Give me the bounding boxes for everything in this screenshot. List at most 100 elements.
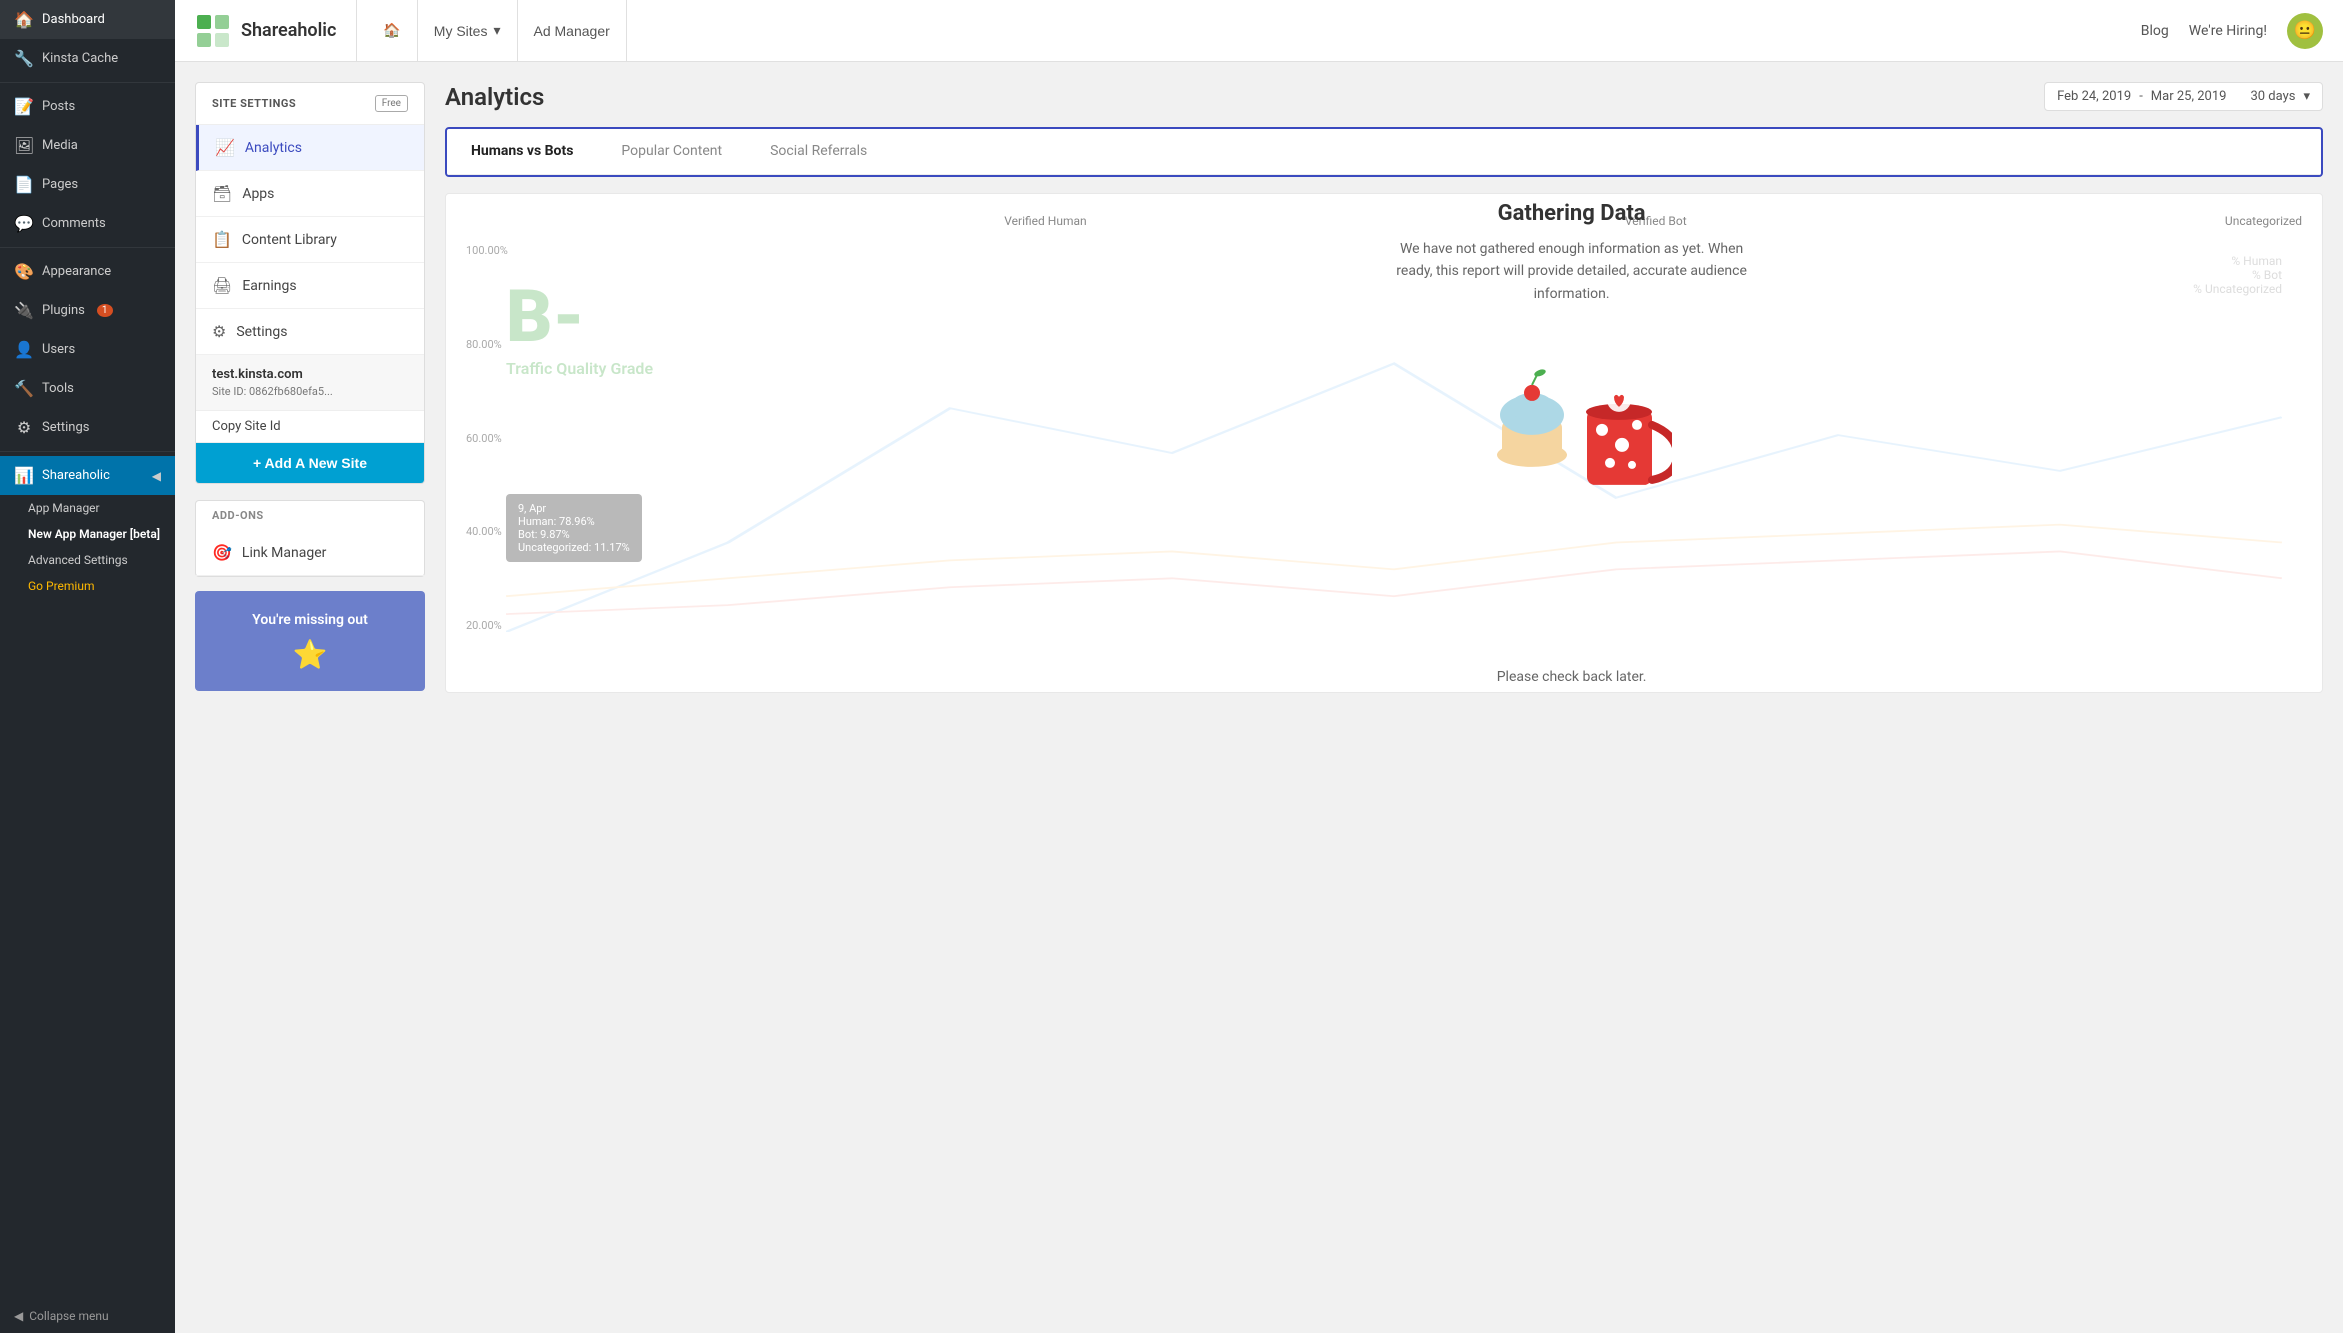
site-settings-panel: SITE SETTINGS Free 📈 Analytics 🗃 Apps 📋 … — [195, 82, 425, 484]
shareaholic-icon: 📊 — [14, 466, 34, 485]
shareaholic-collapse-icon: ◀ — [152, 469, 161, 483]
pages-icon: 📄 — [14, 175, 34, 194]
site-settings-header: SITE SETTINGS Free — [196, 83, 424, 125]
sidebar-item-plugins[interactable]: 🔌 Plugins 1 — [0, 291, 175, 330]
settings-icon: ⚙ — [14, 418, 34, 437]
home-nav-button[interactable]: 🏠 — [367, 0, 417, 61]
chart-y-labels: 100.00% 80.00% 60.00% 40.00% 20.00% — [466, 244, 508, 632]
menu-item-link-manager[interactable]: 🎯 Link Manager — [196, 530, 424, 576]
tab-popular-content[interactable]: Popular Content — [597, 129, 746, 175]
tools-icon: 🔨 — [14, 379, 34, 398]
date-start: Feb 24, 2019 — [2057, 89, 2131, 104]
free-badge: Free — [375, 95, 408, 112]
analytics-tabs-container: Humans vs Bots Popular Content Social Re… — [445, 127, 2323, 177]
sidebar-item-new-app-manager[interactable]: New App Manager [beta] — [0, 521, 175, 547]
copy-site-id-button[interactable]: Copy Site Id — [196, 411, 424, 443]
analytics-tabs: Humans vs Bots Popular Content Social Re… — [447, 129, 2321, 175]
dashboard-icon: 🏠 — [14, 10, 34, 29]
apps-menu-icon: 🗃 — [212, 184, 232, 203]
site-info-block: test.kinsta.com Site ID: 0862fb680efa5..… — [196, 355, 424, 411]
analytics-content-area: 100.00% 80.00% 60.00% 40.00% 20.00% B- T… — [445, 193, 2323, 693]
date-range-chevron-icon: ▾ — [2303, 89, 2310, 104]
collapse-menu-button[interactable]: ◀ Collapse menu — [0, 1299, 175, 1333]
sidebar-item-kinsta-cache[interactable]: 🔧 Kinsta Cache — [0, 39, 175, 78]
date-end: Mar 25, 2019 — [2151, 89, 2227, 104]
media-icon: 🖼 — [14, 136, 34, 155]
nav-right-area: Blog We're Hiring! 😐 — [2141, 13, 2323, 49]
left-panel: SITE SETTINGS Free 📈 Analytics 🗃 Apps 📋 … — [195, 82, 425, 1313]
kinsta-cache-icon: 🔧 — [14, 49, 34, 68]
sidebar-item-pages[interactable]: 📄 Pages — [0, 165, 175, 204]
ad-manager-nav-button[interactable]: Ad Manager — [518, 0, 627, 61]
site-domain: test.kinsta.com — [212, 367, 408, 382]
blog-nav-link[interactable]: Blog — [2141, 23, 2169, 39]
settings-menu-icon: ⚙ — [212, 322, 226, 341]
link-manager-icon: 🎯 — [212, 543, 232, 562]
shareaholic-logo-icon — [195, 13, 231, 49]
uncategorized-label: Uncategorized — [2225, 214, 2302, 228]
sidebar-item-dashboard[interactable]: 🏠 Dashboard — [0, 0, 175, 39]
sidebar-item-users[interactable]: 👤 Users — [0, 330, 175, 369]
content-library-menu-icon: 📋 — [212, 230, 232, 249]
gathering-illustration — [1472, 325, 1672, 505]
top-nav-bar: Shareaholic 🏠 My Sites ▾ Ad Manager Blog… — [175, 0, 2343, 62]
collapse-icon: ◀ — [14, 1309, 23, 1323]
comments-icon: 💬 — [14, 214, 34, 233]
site-id-row: Site ID: 0862fb680efa5... — [212, 385, 408, 398]
date-separator: - — [2139, 89, 2143, 104]
date-range: 30 days — [2250, 89, 2295, 104]
menu-item-earnings[interactable]: 🖨 Earnings — [196, 263, 424, 309]
sidebar-item-media[interactable]: 🖼 Media — [0, 126, 175, 165]
my-sites-chevron-icon: ▾ — [493, 22, 500, 39]
plugins-badge: 1 — [97, 304, 113, 317]
appearance-icon: 🎨 — [14, 262, 34, 281]
site-settings-title: SITE SETTINGS — [212, 97, 296, 110]
gathering-data-description: We have not gathered enough information … — [1382, 238, 1762, 305]
sidebar-item-shareaholic[interactable]: 📊 Shareaholic ◀ — [0, 456, 175, 495]
menu-item-apps[interactable]: 🗃 Apps — [196, 171, 424, 217]
sidebar-item-settings[interactable]: ⚙ Settings — [0, 408, 175, 447]
main-content-area: Shareaholic 🏠 My Sites ▾ Ad Manager Blog… — [175, 0, 2343, 1333]
date-range-picker[interactable]: Feb 24, 2019 - Mar 25, 2019 30 days ▾ — [2044, 82, 2323, 111]
missing-out-card[interactable]: You're missing out ⭐ — [195, 591, 425, 691]
tab-humans-vs-bots[interactable]: Humans vs Bots — [447, 129, 597, 175]
addons-header: ADD-ONS — [195, 500, 425, 530]
chart-tooltip: 9, Apr Human: 78.96% Bot: 9.87% Uncatego… — [506, 494, 642, 562]
sidebar-item-go-premium[interactable]: Go Premium — [0, 573, 175, 599]
users-icon: 👤 — [14, 340, 34, 359]
logo-text: Shareaholic — [241, 20, 336, 41]
missing-out-label: You're missing out — [252, 612, 368, 628]
verified-human-label: Verified Human — [1004, 214, 1086, 228]
tooltip-human: Human: 78.96% — [518, 515, 630, 528]
missing-out-star-icon: ⭐ — [293, 638, 328, 671]
right-panel: Analytics Feb 24, 2019 - Mar 25, 2019 30… — [445, 82, 2323, 1313]
analytics-menu-icon: 📈 — [215, 138, 235, 157]
menu-item-content-library[interactable]: 📋 Content Library — [196, 217, 424, 263]
analytics-title: Analytics — [445, 83, 544, 111]
sidebar-item-comments[interactable]: 💬 Comments — [0, 204, 175, 243]
sidebar-item-tools[interactable]: 🔨 Tools — [0, 369, 175, 408]
tooltip-date: 9, Apr — [518, 502, 630, 515]
sidebar-item-advanced-settings[interactable]: Advanced Settings — [0, 547, 175, 573]
sidebar-item-posts[interactable]: 📝 Posts — [0, 87, 175, 126]
addons-body: 🎯 Link Manager — [195, 530, 425, 577]
analytics-header: Analytics Feb 24, 2019 - Mar 25, 2019 30… — [445, 82, 2323, 111]
legend-human: % Human — [2193, 254, 2282, 268]
logo-area: Shareaholic — [195, 0, 357, 61]
my-sites-nav-button[interactable]: My Sites ▾ — [418, 0, 518, 61]
sidebar-item-appearance[interactable]: 🎨 Appearance — [0, 252, 175, 291]
gathering-data-title: Gathering Data — [1382, 201, 1762, 226]
gathering-data-overlay: Gathering Data We have not gathered enou… — [1382, 201, 1762, 685]
wp-admin-sidebar: 🏠 Dashboard 🔧 Kinsta Cache 📝 Posts 🖼 Med… — [0, 0, 175, 1333]
user-avatar[interactable]: 😐 — [2287, 13, 2323, 49]
home-icon: 🏠 — [383, 22, 400, 39]
tooltip-uncategorized: Uncategorized: 11.17% — [518, 541, 630, 554]
check-back-text: Please check back later. — [1382, 669, 1762, 685]
hiring-nav-link[interactable]: We're Hiring! — [2189, 23, 2267, 39]
sidebar-item-app-manager[interactable]: App Manager — [0, 495, 175, 521]
menu-item-analytics[interactable]: 📈 Analytics — [196, 125, 424, 171]
add-new-site-button[interactable]: + Add A New Site — [196, 443, 424, 483]
plugins-icon: 🔌 — [14, 301, 34, 320]
tab-social-referrals[interactable]: Social Referrals — [746, 129, 891, 175]
menu-item-settings[interactable]: ⚙ Settings — [196, 309, 424, 355]
